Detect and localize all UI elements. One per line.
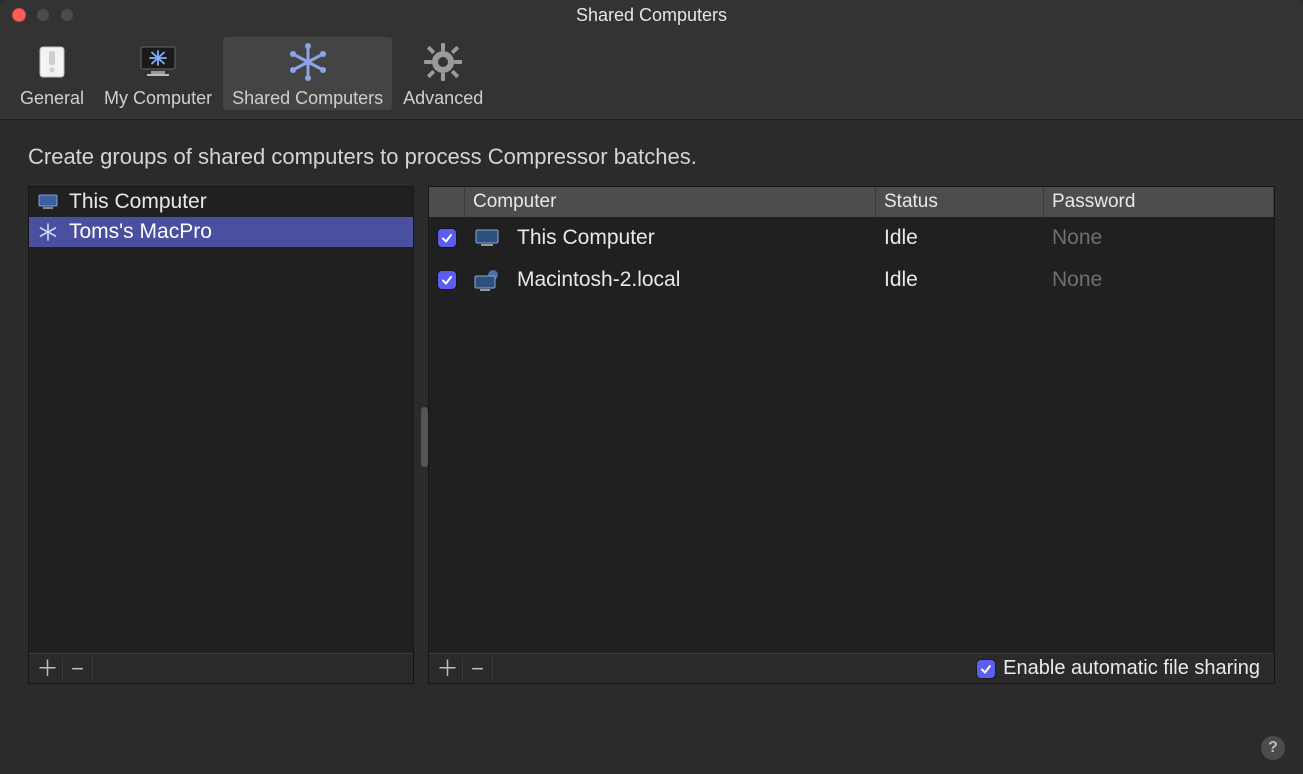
computer-icon [37,194,59,210]
titlebar: Shared Computers [0,0,1303,30]
cell-computer: This Computer [509,217,876,259]
instructions-text: Create groups of shared computers to pro… [28,144,1275,170]
cell-password: None [1044,259,1274,301]
groups-panel: This Computer Toms's MacPro [28,186,414,684]
table-body[interactable]: This Computer Idle None [429,217,1274,653]
tab-label: General [20,88,84,109]
tab-general[interactable]: General [10,36,94,111]
preferences-window: Shared Computers General [0,0,1303,774]
header-status[interactable]: Status [876,187,1044,217]
tab-label: My Computer [104,88,212,109]
cell-status: Idle [876,217,1044,259]
cell-status: Idle [876,259,1044,301]
checkbox-checked-icon [977,660,995,678]
monitor-snowflake-icon [136,40,180,84]
computer-icon [465,217,509,259]
tab-label: Advanced [403,88,483,109]
network-computer-icon [465,259,509,301]
content-area: Create groups of shared computers to pro… [0,120,1303,694]
help-button[interactable]: ? [1261,736,1285,760]
groups-footer: ＋ − [29,653,413,683]
group-label: This Computer [69,190,207,214]
group-label: Toms's MacPro [69,220,212,244]
groups-list[interactable]: This Computer Toms's MacPro [29,187,413,653]
gear-icon [421,40,465,84]
toolbar: General My Computer [0,30,1303,120]
table-row[interactable]: This Computer Idle None [429,217,1274,259]
tab-label: Shared Computers [232,88,383,109]
tab-shared-computers[interactable]: Shared Computers [222,36,393,111]
add-computer-button[interactable]: ＋ [433,657,463,681]
snowflake-icon [37,223,59,241]
switch-icon [30,40,74,84]
tab-advanced[interactable]: Advanced [393,36,493,111]
panels: This Computer Toms's MacPro [28,186,1275,684]
cell-computer: Macintosh-2.local [509,259,876,301]
header-password[interactable]: Password [1044,187,1274,217]
checkbox-checked-icon [438,271,456,289]
table-header: Computer Status Password [429,187,1274,217]
checkbox-checked-icon [438,229,456,247]
add-group-button[interactable]: ＋ [33,657,63,681]
enable-file-sharing-checkbox[interactable]: Enable automatic file sharing [977,657,1270,680]
scrollbar-thumb[interactable] [421,407,428,467]
window-title: Shared Computers [0,5,1303,26]
group-row-this-computer[interactable]: This Computer [29,187,413,217]
tab-my-computer[interactable]: My Computer [94,36,222,111]
row-checkbox[interactable] [429,217,465,259]
header-checkbox-col[interactable] [429,187,465,217]
header-computer[interactable]: Computer [465,187,876,217]
computers-panel: Computer Status Password [428,186,1275,684]
group-row-toms-macpro[interactable]: Toms's MacPro [29,217,413,247]
row-checkbox[interactable] [429,259,465,301]
cell-password: None [1044,217,1274,259]
remove-group-button[interactable]: − [63,657,93,681]
table-row[interactable]: Macintosh-2.local Idle None [429,259,1274,301]
enable-file-sharing-label: Enable automatic file sharing [1003,657,1260,680]
remove-computer-button[interactable]: − [463,657,493,681]
computers-footer: ＋ − Enable automatic file sharing [429,653,1274,683]
snowflake-icon [286,40,330,84]
